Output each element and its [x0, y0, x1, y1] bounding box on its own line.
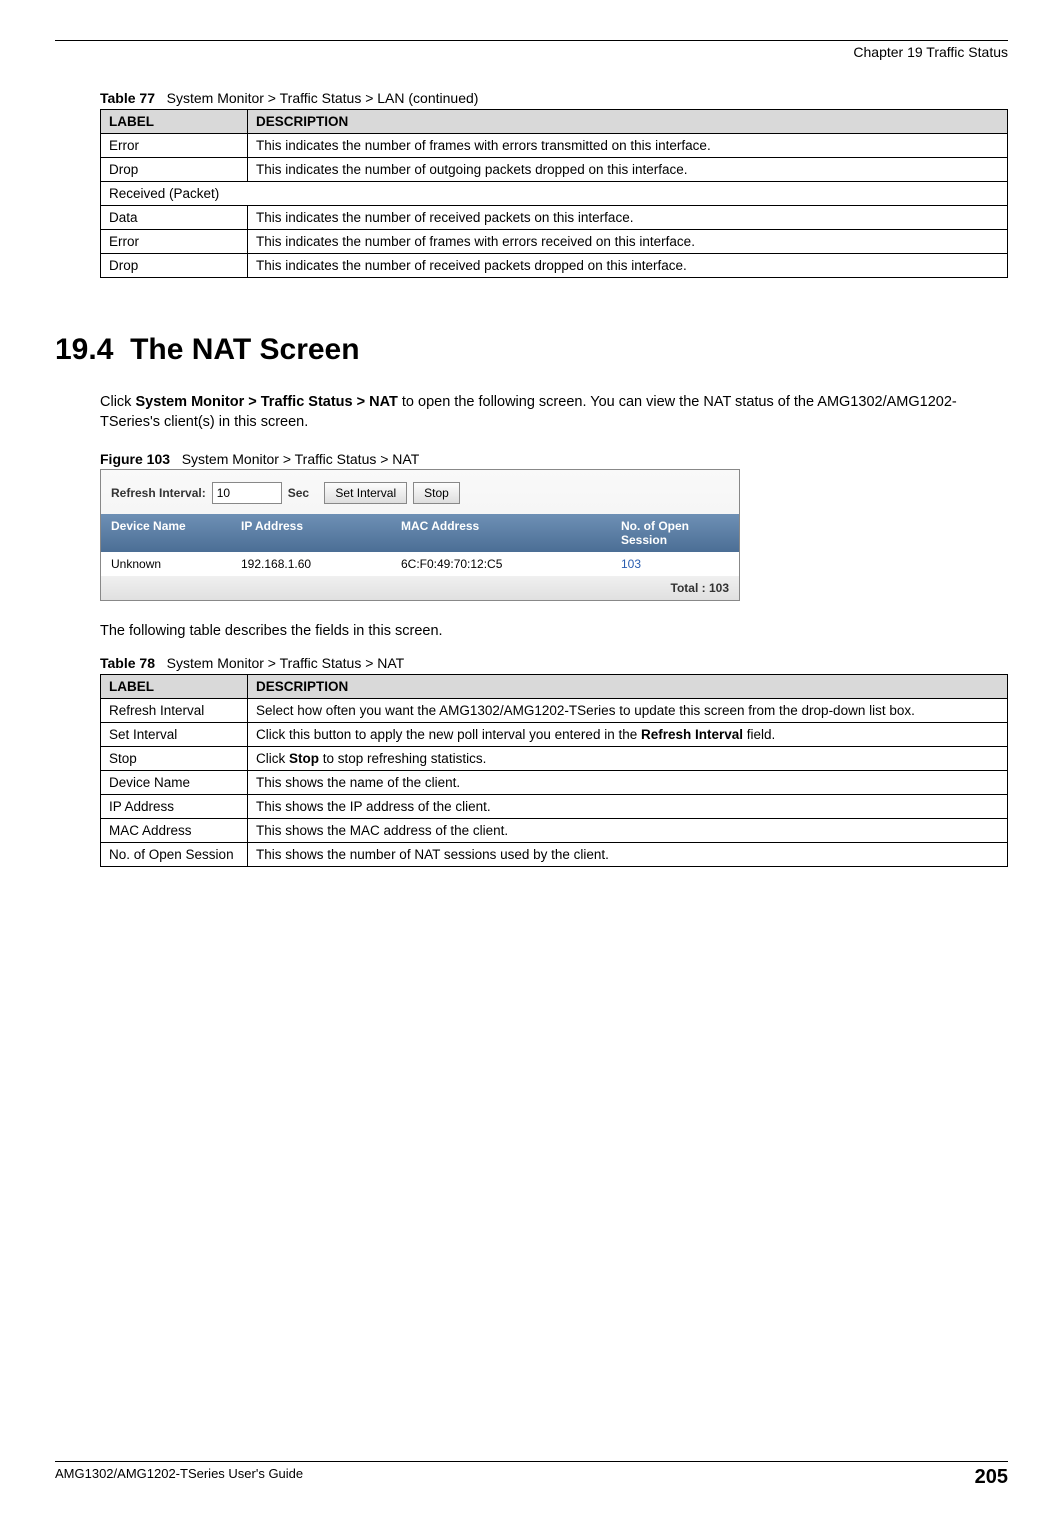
cell-device: Unknown — [101, 552, 231, 576]
table-cell-desc: This indicates the number of outgoing pa… — [248, 158, 1008, 182]
table78-caption: Table 78 System Monitor > Traffic Status… — [100, 655, 1008, 671]
table-cell-desc: Select how often you want the AMG1302/AM… — [248, 699, 1008, 723]
section-number: 19.4 — [55, 333, 113, 366]
desc-pre: Click — [256, 751, 289, 766]
table-cell-label: IP Address — [101, 795, 248, 819]
nat-table-total: Total : 103 — [101, 576, 739, 600]
table77-caption: Table 77 System Monitor > Traffic Status… — [100, 90, 1008, 106]
table78-header-label: LABEL — [101, 675, 248, 699]
cell-session-link[interactable]: 103 — [611, 552, 739, 576]
table-cell-label: Device Name — [101, 771, 248, 795]
table-cell-label: Data — [101, 206, 248, 230]
table-cell-desc: This shows the name of the client. — [248, 771, 1008, 795]
table78-caption-text: System Monitor > Traffic Status > NAT — [167, 655, 405, 671]
figure-caption-text: System Monitor > Traffic Status > NAT — [182, 451, 420, 467]
table78-header-desc: DESCRIPTION — [248, 675, 1008, 699]
table-cell-desc: Click Stop to stop refreshing statistics… — [248, 747, 1008, 771]
footer-guide-name: AMG1302/AMG1202-TSeries User's Guide — [55, 1466, 303, 1489]
figure103-caption: Figure 103 System Monitor > Traffic Stat… — [100, 451, 1008, 467]
section-title-text: The NAT Screen — [130, 333, 360, 366]
table-cell-label: Set Interval — [101, 723, 248, 747]
table-cell-label: Drop — [101, 158, 248, 182]
nat-table-header: Device Name IP Address MAC Address No. o… — [101, 514, 739, 552]
table-cell-label: Drop — [101, 254, 248, 278]
table-cell-section: Received (Packet) — [101, 182, 1008, 206]
table-cell-label: Refresh Interval — [101, 699, 248, 723]
table77: LABEL DESCRIPTION ErrorThis indicates th… — [100, 109, 1008, 278]
table-cell-label: Error — [101, 230, 248, 254]
hdr-device: Device Name — [101, 514, 231, 552]
table-cell-label: Error — [101, 134, 248, 158]
table78-caption-prefix: Table 78 — [100, 655, 155, 671]
table-cell-desc: This indicates the number of received pa… — [248, 254, 1008, 278]
intro-pre: Click — [100, 394, 135, 410]
hdr-ip: IP Address — [231, 514, 391, 552]
cell-ip: 192.168.1.60 — [231, 552, 391, 576]
chapter-header: Chapter 19 Traffic Status — [55, 44, 1008, 60]
table-cell-label: Stop — [101, 747, 248, 771]
section-heading: 19.4 The NAT Screen — [55, 333, 1008, 367]
table-cell-desc: This shows the number of NAT sessions us… — [248, 843, 1008, 867]
table-cell-label: MAC Address — [101, 819, 248, 843]
table-cell-label: No. of Open Session — [101, 843, 248, 867]
table-cell-desc: Click this button to apply the new poll … — [248, 723, 1008, 747]
sec-label: Sec — [288, 486, 309, 500]
nat-screenshot: Refresh Interval: Sec Set Interval Stop … — [100, 469, 740, 601]
table77-header-label: LABEL — [101, 110, 248, 134]
table-cell-desc: This indicates the number of frames with… — [248, 230, 1008, 254]
table-cell-desc: This indicates the number of frames with… — [248, 134, 1008, 158]
table77-caption-text: System Monitor > Traffic Status > LAN (c… — [167, 90, 479, 106]
desc-bold: Stop — [289, 751, 319, 766]
after-figure-text: The following table describes the fields… — [100, 621, 1008, 641]
set-interval-button[interactable]: Set Interval — [324, 482, 407, 504]
refresh-interval-label: Refresh Interval: — [111, 486, 206, 500]
section-intro: Click System Monitor > Traffic Status > … — [100, 392, 1008, 433]
table-cell-desc: This shows the MAC address of the client… — [248, 819, 1008, 843]
cell-mac: 6C:F0:49:70:12:C5 — [391, 552, 611, 576]
table78: LABEL DESCRIPTION Refresh IntervalSelect… — [100, 674, 1008, 867]
nat-table-row: Unknown 192.168.1.60 6C:F0:49:70:12:C5 1… — [101, 552, 739, 576]
intro-bold: System Monitor > Traffic Status > NAT — [135, 394, 397, 410]
refresh-interval-input[interactable] — [212, 482, 282, 504]
page-footer: AMG1302/AMG1202-TSeries User's Guide 205 — [55, 1461, 1008, 1489]
table-cell-desc: This shows the IP address of the client. — [248, 795, 1008, 819]
desc-pre: Click this button to apply the new poll … — [256, 727, 641, 742]
figure-caption-prefix: Figure 103 — [100, 451, 170, 467]
hdr-mac: MAC Address — [391, 514, 611, 552]
table-cell-desc: This indicates the number of received pa… — [248, 206, 1008, 230]
desc-bold: Refresh Interval — [641, 727, 743, 742]
desc-post: to stop refreshing statistics. — [319, 751, 486, 766]
desc-post: field. — [743, 727, 775, 742]
page-number: 205 — [975, 1466, 1008, 1489]
hdr-session: No. of Open Session — [611, 514, 739, 552]
table77-header-desc: DESCRIPTION — [248, 110, 1008, 134]
stop-button[interactable]: Stop — [413, 482, 460, 504]
table77-caption-prefix: Table 77 — [100, 90, 155, 106]
